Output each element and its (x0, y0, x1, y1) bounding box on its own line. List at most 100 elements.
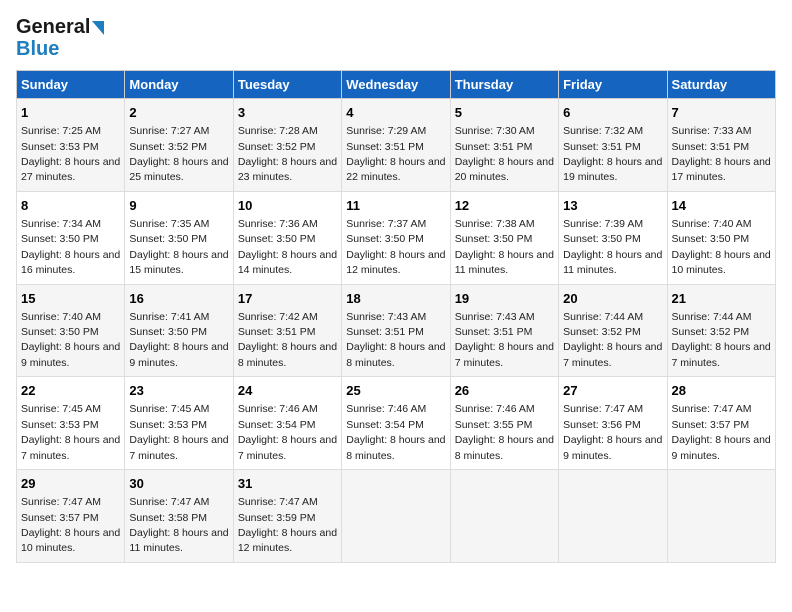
day-info: Sunrise: 7:40 AMSunset: 3:50 PMDaylight:… (672, 218, 771, 276)
calendar-cell: 28Sunrise: 7:47 AMSunset: 3:57 PMDayligh… (667, 377, 775, 470)
logo: General Blue (16, 16, 104, 60)
calendar-week-row: 22 Sunrise: 7:45 AMSunset: 3:53 PMDayligh… (17, 377, 776, 470)
day-number: 18 (346, 290, 445, 308)
day-info: Sunrise: 7:38 AMSunset: 3:50 PMDaylight:… (455, 218, 554, 276)
calendar-cell: 4Sunrise: 7:29 AMSunset: 3:51 PMDaylight… (342, 99, 450, 192)
weekday-header-row: SundayMondayTuesdayWednesdayThursdayFrid… (17, 71, 776, 99)
calendar-cell: 26 Sunrise: 7:46 AMSunset: 3:55 PMDayligh… (450, 377, 558, 470)
calendar-table: SundayMondayTuesdayWednesdayThursdayFrid… (16, 70, 776, 563)
calendar-cell: 30Sunrise: 7:47 AMSunset: 3:58 PMDayligh… (125, 470, 233, 563)
calendar-cell: 10 Sunrise: 7:36 AMSunset: 3:50 PMDayligh… (233, 191, 341, 284)
calendar-cell: 1 Sunrise: 7:25 AMSunset: 3:53 PMDaylight… (17, 99, 125, 192)
day-number: 24 (238, 382, 337, 400)
calendar-cell (667, 470, 775, 563)
calendar-cell: 21 Sunrise: 7:44 AMSunset: 3:52 PMDayligh… (667, 284, 775, 377)
day-number: 19 (455, 290, 554, 308)
day-info: Sunrise: 7:44 AMSunset: 3:52 PMDaylight:… (563, 311, 662, 369)
day-info: Sunrise: 7:29 AMSunset: 3:51 PMDaylight:… (346, 125, 445, 183)
day-info: Sunrise: 7:30 AMSunset: 3:51 PMDaylight:… (455, 125, 554, 183)
day-info: Sunrise: 7:46 AMSunset: 3:55 PMDaylight:… (455, 403, 554, 461)
calendar-week-row: 29Sunrise: 7:47 AMSunset: 3:57 PMDayligh… (17, 470, 776, 563)
calendar-cell: 19 Sunrise: 7:43 AMSunset: 3:51 PMDayligh… (450, 284, 558, 377)
calendar-cell (342, 470, 450, 563)
day-number: 26 (455, 382, 554, 400)
day-info: Sunrise: 7:25 AMSunset: 3:53 PMDaylight:… (21, 125, 120, 183)
calendar-cell: 27Sunrise: 7:47 AMSunset: 3:56 PMDayligh… (559, 377, 667, 470)
day-number: 20 (563, 290, 662, 308)
day-info: Sunrise: 7:32 AMSunset: 3:51 PMDaylight:… (563, 125, 662, 183)
day-info: Sunrise: 7:41 AMSunset: 3:50 PMDaylight:… (129, 311, 228, 369)
weekday-header: Friday (559, 71, 667, 99)
calendar-cell: 3Sunrise: 7:28 AMSunset: 3:52 PMDaylight… (233, 99, 341, 192)
day-info: Sunrise: 7:46 AMSunset: 3:54 PMDaylight:… (346, 403, 445, 461)
day-info: Sunrise: 7:34 AMSunset: 3:50 PMDaylight:… (21, 218, 120, 276)
weekday-header: Tuesday (233, 71, 341, 99)
day-info: Sunrise: 7:44 AMSunset: 3:52 PMDaylight:… (672, 311, 771, 369)
calendar-cell: 23 Sunrise: 7:45 AMSunset: 3:53 PMDayligh… (125, 377, 233, 470)
calendar-cell: 15 Sunrise: 7:40 AMSunset: 3:50 PMDayligh… (17, 284, 125, 377)
day-number: 6 (563, 104, 662, 122)
day-info: Sunrise: 7:27 AMSunset: 3:52 PMDaylight:… (129, 125, 228, 183)
calendar-cell: 13 Sunrise: 7:39 AMSunset: 3:50 PMDayligh… (559, 191, 667, 284)
day-number: 12 (455, 197, 554, 215)
day-info: Sunrise: 7:40 AMSunset: 3:50 PMDaylight:… (21, 311, 120, 369)
calendar-cell: 5 Sunrise: 7:30 AMSunset: 3:51 PMDaylight… (450, 99, 558, 192)
day-number: 29 (21, 475, 120, 493)
page-header: General Blue (16, 16, 776, 60)
day-info: Sunrise: 7:45 AMSunset: 3:53 PMDaylight:… (129, 403, 228, 461)
day-number: 16 (129, 290, 228, 308)
day-info: Sunrise: 7:39 AMSunset: 3:50 PMDaylight:… (563, 218, 662, 276)
calendar-cell: 16 Sunrise: 7:41 AMSunset: 3:50 PMDayligh… (125, 284, 233, 377)
day-info: Sunrise: 7:28 AMSunset: 3:52 PMDaylight:… (238, 125, 337, 183)
day-number: 7 (672, 104, 771, 122)
day-number: 10 (238, 197, 337, 215)
day-number: 1 (21, 104, 120, 122)
calendar-cell: 31 Sunrise: 7:47 AMSunset: 3:59 PMDayligh… (233, 470, 341, 563)
calendar-cell: 8 Sunrise: 7:34 AMSunset: 3:50 PMDaylight… (17, 191, 125, 284)
day-number: 21 (672, 290, 771, 308)
day-number: 23 (129, 382, 228, 400)
weekday-header: Wednesday (342, 71, 450, 99)
calendar-cell: 14Sunrise: 7:40 AMSunset: 3:50 PMDayligh… (667, 191, 775, 284)
day-info: Sunrise: 7:47 AMSunset: 3:59 PMDaylight:… (238, 496, 337, 554)
calendar-cell: 12 Sunrise: 7:38 AMSunset: 3:50 PMDayligh… (450, 191, 558, 284)
weekday-header: Saturday (667, 71, 775, 99)
day-info: Sunrise: 7:43 AMSunset: 3:51 PMDaylight:… (455, 311, 554, 369)
day-info: Sunrise: 7:43 AMSunset: 3:51 PMDaylight:… (346, 311, 445, 369)
calendar-cell: 6 Sunrise: 7:32 AMSunset: 3:51 PMDaylight… (559, 99, 667, 192)
day-number: 13 (563, 197, 662, 215)
day-number: 25 (346, 382, 445, 400)
calendar-week-row: 1 Sunrise: 7:25 AMSunset: 3:53 PMDaylight… (17, 99, 776, 192)
day-info: Sunrise: 7:33 AMSunset: 3:51 PMDaylight:… (672, 125, 771, 183)
calendar-cell: 17 Sunrise: 7:42 AMSunset: 3:51 PMDayligh… (233, 284, 341, 377)
logo-text: General (16, 16, 104, 38)
day-number: 22 (21, 382, 120, 400)
day-info: Sunrise: 7:47 AMSunset: 3:58 PMDaylight:… (129, 496, 228, 554)
calendar-cell: 2Sunrise: 7:27 AMSunset: 3:52 PMDaylight… (125, 99, 233, 192)
day-number: 31 (238, 475, 337, 493)
calendar-cell: 20 Sunrise: 7:44 AMSunset: 3:52 PMDayligh… (559, 284, 667, 377)
day-number: 11 (346, 197, 445, 215)
weekday-header: Sunday (17, 71, 125, 99)
day-info: Sunrise: 7:37 AMSunset: 3:50 PMDaylight:… (346, 218, 445, 276)
calendar-cell: 22 Sunrise: 7:45 AMSunset: 3:53 PMDayligh… (17, 377, 125, 470)
calendar-cell: 25 Sunrise: 7:46 AMSunset: 3:54 PMDayligh… (342, 377, 450, 470)
calendar-week-row: 15 Sunrise: 7:40 AMSunset: 3:50 PMDayligh… (17, 284, 776, 377)
weekday-header: Thursday (450, 71, 558, 99)
calendar-cell: 18 Sunrise: 7:43 AMSunset: 3:51 PMDayligh… (342, 284, 450, 377)
weekday-header: Monday (125, 71, 233, 99)
day-number: 17 (238, 290, 337, 308)
calendar-cell: 24Sunrise: 7:46 AMSunset: 3:54 PMDayligh… (233, 377, 341, 470)
day-number: 15 (21, 290, 120, 308)
day-info: Sunrise: 7:47 AMSunset: 3:57 PMDaylight:… (672, 403, 771, 461)
calendar-cell: 11 Sunrise: 7:37 AMSunset: 3:50 PMDayligh… (342, 191, 450, 284)
day-info: Sunrise: 7:45 AMSunset: 3:53 PMDaylight:… (21, 403, 120, 461)
day-number: 5 (455, 104, 554, 122)
day-info: Sunrise: 7:36 AMSunset: 3:50 PMDaylight:… (238, 218, 337, 276)
calendar-cell: 9Sunrise: 7:35 AMSunset: 3:50 PMDaylight… (125, 191, 233, 284)
logo-text-blue: Blue (16, 38, 59, 60)
day-number: 8 (21, 197, 120, 215)
calendar-cell: 29Sunrise: 7:47 AMSunset: 3:57 PMDayligh… (17, 470, 125, 563)
calendar-cell (559, 470, 667, 563)
day-info: Sunrise: 7:42 AMSunset: 3:51 PMDaylight:… (238, 311, 337, 369)
